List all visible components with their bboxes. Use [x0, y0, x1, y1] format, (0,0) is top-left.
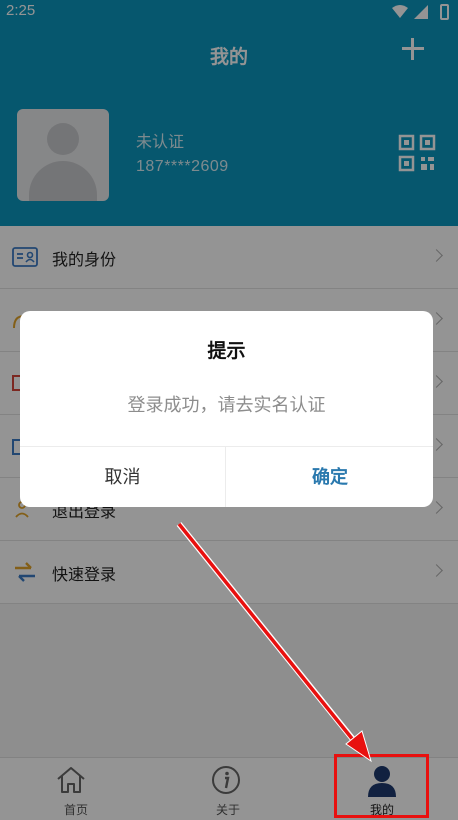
- dialog-title: 提示: [207, 340, 246, 362]
- cancel-button[interactable]: 取消: [20, 447, 226, 507]
- annotation-highlight-box: [334, 754, 429, 818]
- dialog-button-row: 取消 确定: [20, 446, 433, 507]
- dialog-message: 登录成功，请去实名认证: [127, 395, 326, 416]
- alert-dialog: 提示 登录成功，请去实名认证 取消 确定: [20, 311, 433, 507]
- confirm-button[interactable]: 确定: [227, 447, 433, 507]
